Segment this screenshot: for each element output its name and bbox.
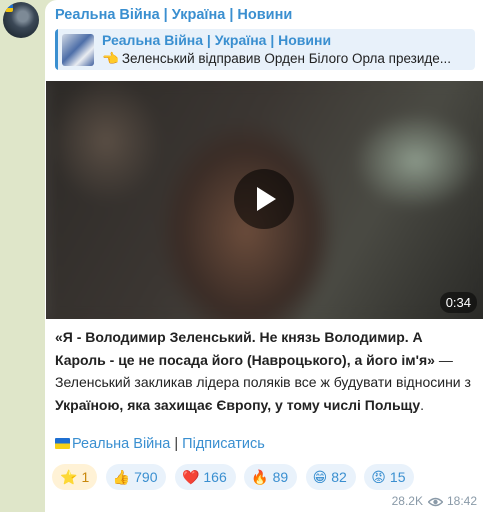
forwarded-reply[interactable]: Реальна Війна | Україна | Новини 👈 Зеленс… — [55, 29, 475, 70]
message-bubble: Реальна Війна | Україна | Новини Реальна… — [45, 0, 488, 512]
heart-icon: ❤️ — [181, 469, 200, 485]
reply-accent-bar — [55, 29, 58, 70]
fire-icon: 🔥 — [251, 469, 269, 485]
reaction-count: 89 — [272, 469, 289, 485]
pointing-hand-icon: 👈 — [102, 51, 119, 66]
channel-signature: Реальна Війна | Підписатись — [55, 436, 265, 452]
reaction-count: 790 — [134, 469, 158, 485]
eye-icon — [427, 497, 444, 507]
ukraine-flag-icon — [55, 438, 70, 449]
caption-bold-text: Україною, яка захищає Європу, у тому чис… — [55, 396, 421, 413]
reaction-thumbs-up[interactable]: 👍 790 — [105, 464, 167, 490]
message-meta: 28.2K 18:42 — [392, 494, 477, 508]
reactions-bar: ⭐ 1 👍 790 ❤️ 166 🔥 89 😁 82 😡 15 — [52, 464, 418, 490]
message-caption: «Я - Володимир Зеленський. Не князь Воло… — [55, 326, 475, 416]
reaction-angry[interactable]: 😡 15 — [364, 464, 415, 490]
caption-quote: «Я - Володимир Зеленський. Не князь Воло… — [55, 329, 435, 368]
reaction-heart[interactable]: ❤️ 166 — [174, 464, 236, 490]
signature-channel-link[interactable]: Реальна Війна — [72, 436, 170, 452]
reaction-count: 1 — [81, 469, 90, 485]
grin-icon: 😁 — [312, 469, 328, 485]
reaction-count: 15 — [389, 469, 406, 485]
angry-face-icon: 😡 — [371, 469, 386, 485]
signature-separator: | — [170, 436, 183, 452]
thumbs-up-icon: 👍 — [112, 469, 131, 485]
subscribe-link[interactable]: Підписатись — [182, 436, 265, 452]
caption-end: . — [420, 396, 425, 413]
channel-name[interactable]: Реальна Війна | Україна | Новини — [55, 7, 292, 23]
reaction-grin[interactable]: 😁 82 — [305, 464, 356, 490]
reply-preview-text: Зеленський відправив Орден Білого Орла п… — [121, 51, 452, 66]
reply-thumbnail — [62, 34, 94, 66]
reaction-count: 166 — [203, 469, 227, 485]
video-player[interactable]: 0:34 — [46, 81, 483, 319]
reply-source-name: Реальна Війна | Україна | Новини — [102, 32, 332, 48]
message-time: 18:42 — [446, 494, 477, 508]
view-count: 28.2K — [391, 494, 423, 508]
play-icon — [257, 187, 276, 211]
reaction-count: 82 — [331, 469, 347, 485]
reply-preview: 👈 Зеленський відправив Орден Білого Орла … — [102, 51, 472, 67]
ukraine-flag-icon — [5, 4, 13, 12]
video-duration: 0:34 — [439, 292, 477, 313]
play-button[interactable] — [234, 169, 294, 229]
channel-avatar[interactable] — [3, 2, 39, 38]
reaction-fire[interactable]: 🔥 89 — [244, 464, 298, 490]
star-icon: ⭐ — [60, 469, 78, 485]
reaction-star[interactable]: ⭐ 1 — [52, 464, 98, 490]
